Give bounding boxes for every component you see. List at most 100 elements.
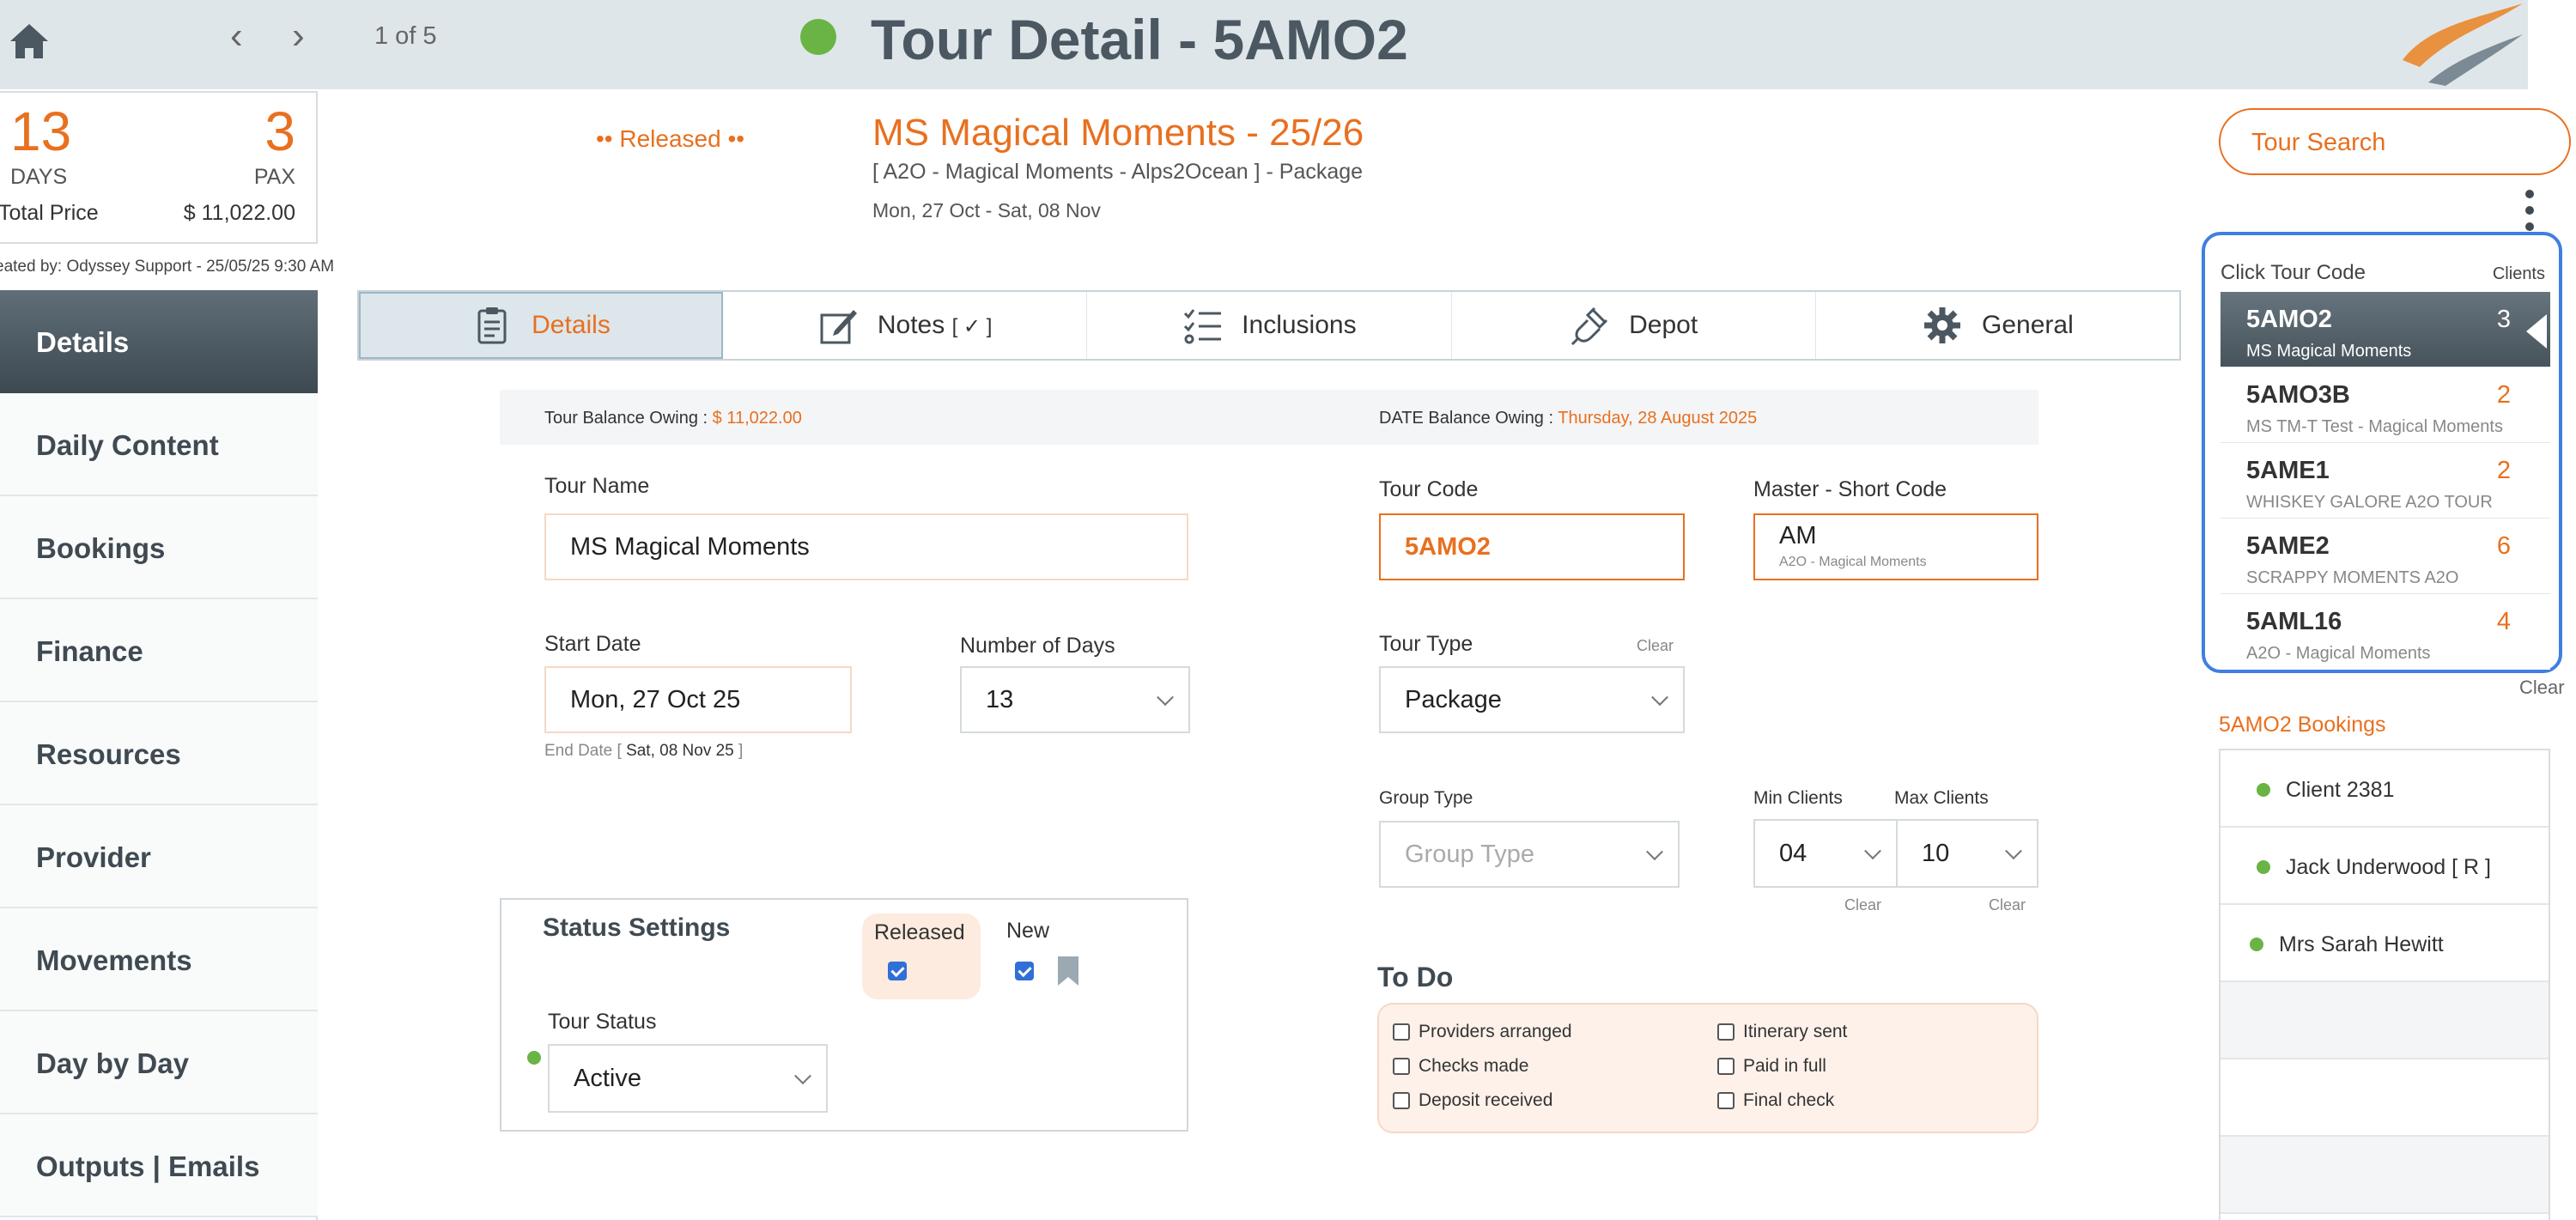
status-settings-panel: Status Settings Released New Tour Status…: [500, 898, 1188, 1132]
tour-code-input[interactable]: 5AMO2: [1379, 513, 1685, 580]
master-code-input[interactable]: AM A2O - Magical Moments: [1753, 513, 2038, 580]
tab-details[interactable]: Details: [359, 292, 723, 359]
total-price-label: Total Price: [0, 201, 99, 225]
balance-row: Tour Balance Owing : $ 11,022.00 DATE Ba…: [500, 390, 2038, 445]
group-type-select[interactable]: Group Type: [1379, 821, 1680, 888]
num-days-label: Number of Days: [960, 634, 1115, 658]
tour-type-clear[interactable]: Clear: [1637, 637, 1674, 655]
min-clients-select[interactable]: 04: [1753, 819, 1898, 888]
nav-item-day-by-day[interactable]: Day by Day: [0, 1011, 318, 1114]
todo-item[interactable]: Deposit received: [1393, 1090, 1552, 1111]
tour-balance-owing: Tour Balance Owing : $ 11,022.00: [544, 409, 802, 428]
clipboard-icon: [477, 307, 507, 344]
new-label: New: [1006, 919, 1050, 943]
selected-arrow-icon: [2526, 314, 2547, 349]
tour-summary: 13 3 DAYS PAX Total Price $ 11,022.00: [0, 91, 318, 244]
tour-code-row[interactable]: 5AMO3B MS TM-T Test - Magical Moments 2: [2221, 367, 2550, 443]
booking-row-empty: [2221, 1137, 2549, 1214]
days-count: 13: [10, 100, 72, 162]
released-badge: •• Released ••: [596, 125, 745, 152]
tour-codes-panel: Click Tour Code Clients 5AMO2 MS Magical …: [2202, 232, 2562, 673]
todo-item[interactable]: Checks made: [1393, 1056, 1528, 1077]
num-days-select[interactable]: 13: [960, 666, 1190, 733]
nav-item-provider[interactable]: Provider: [0, 805, 318, 908]
chevron-left-icon[interactable]: ‹: [230, 17, 243, 55]
nav-item-bookings[interactable]: Bookings: [0, 496, 318, 599]
tab-general-label: General: [1982, 311, 2074, 339]
nav-item-details[interactable]: Details: [0, 290, 318, 393]
released-checkbox[interactable]: [888, 962, 907, 980]
tour-name-label: Tour Name: [544, 474, 650, 498]
tour-code-row[interactable]: 5AML16 A2O - Magical Moments 4: [2221, 594, 2550, 670]
tour-codes-clear[interactable]: Clear: [2519, 677, 2565, 699]
master-code-sub: A2O - Magical Moments: [1779, 555, 1927, 569]
tour-name-input[interactable]: MS Magical Moments: [544, 513, 1188, 580]
nav-item-finance[interactable]: Finance: [0, 599, 318, 702]
home-icon[interactable]: [7, 19, 52, 64]
released-toggle-wrap: Released: [862, 913, 981, 999]
tour-balance-value: $ 11,022.00: [712, 409, 802, 428]
todo-item[interactable]: Providers arranged: [1393, 1022, 1572, 1042]
booking-row[interactable]: Jack Underwood [ R ]: [2221, 828, 2549, 905]
date-balance-value: Thursday, 28 August 2025: [1558, 409, 1758, 428]
todo-checkbox[interactable]: [1393, 1092, 1410, 1109]
todo-title: To Do: [1377, 962, 1454, 992]
min-clients-clear[interactable]: Clear: [1844, 896, 1881, 914]
tab-general[interactable]: General: [1816, 292, 2179, 359]
max-clients-clear[interactable]: Clear: [1989, 896, 2026, 914]
nav-item-daily-content[interactable]: Daily Content: [0, 393, 318, 496]
todo-panel: Providers arranged Checks made Deposit r…: [1377, 1003, 2038, 1133]
max-clients-select[interactable]: 10: [1896, 819, 2038, 888]
min-clients-label: Min Clients: [1753, 788, 1843, 808]
todo-checkbox[interactable]: [1717, 1023, 1735, 1041]
todo-item[interactable]: Paid in full: [1717, 1056, 1826, 1077]
tab-depot-label: Depot: [1629, 311, 1698, 339]
chevron-right-icon[interactable]: ›: [292, 17, 305, 55]
todo-item[interactable]: Final check: [1717, 1090, 1834, 1111]
todo-checkbox[interactable]: [1717, 1058, 1735, 1075]
tab-depot[interactable]: Depot: [1452, 292, 1816, 359]
tour-code-row[interactable]: 5AME1 WHISKEY GALORE A2O TOUR 2: [2221, 443, 2550, 519]
tour-dates: Mon, 27 Oct - Sat, 08 Nov: [872, 199, 1101, 222]
tour-code-row[interactable]: 5AMO2 MS Magical Moments 3: [2221, 292, 2550, 367]
master-code-value: AM: [1779, 522, 1817, 549]
booking-row-empty: [2221, 982, 2549, 1059]
tour-subtitle: [ A2O - Magical Moments - Alps2Ocean ] -…: [872, 160, 1364, 184]
pax-label: PAX: [253, 165, 295, 189]
tour-status-select[interactable]: Active: [548, 1044, 828, 1113]
tour-search-button[interactable]: Tour Search: [2219, 108, 2571, 175]
pager-label: 1 of 5: [374, 22, 437, 50]
tour-type-select[interactable]: Package: [1379, 666, 1685, 733]
released-label: Released: [874, 920, 965, 944]
status-settings-title: Status Settings: [543, 913, 731, 942]
checklist-icon: [1184, 309, 1222, 344]
bookings-list: Client 2381 Jack Underwood [ R ] Mrs Sar…: [2219, 749, 2550, 1220]
tab-notes[interactable]: Notes [ ✓ ]: [723, 292, 1088, 359]
todo-checkbox[interactable]: [1393, 1058, 1410, 1075]
start-date-input[interactable]: Mon, 27 Oct 25: [544, 666, 852, 733]
booking-row[interactable]: Mrs Sarah Hewitt: [2221, 905, 2549, 982]
booking-status-dot: [2257, 860, 2270, 874]
click-tour-code-label: Click Tour Code: [2221, 261, 2366, 284]
date-balance-owing: DATE Balance Owing : Thursday, 28 August…: [1379, 409, 1758, 428]
booking-status-dot: [2257, 783, 2270, 797]
nav-item-outputs-emails[interactable]: Outputs | Emails: [0, 1114, 318, 1217]
new-checkbox[interactable]: [1015, 962, 1034, 980]
booking-row[interactable]: Client 2381: [2221, 750, 2549, 828]
master-code-label: Master - Short Code: [1753, 477, 1947, 501]
todo-checkbox[interactable]: [1717, 1092, 1735, 1109]
created-by-text: eated by: Odyssey Support - 25/05/25 9:3…: [0, 258, 335, 276]
more-options-icon[interactable]: [2524, 189, 2535, 232]
tour-heading: MS Magical Moments - 25/26: [872, 112, 1364, 154]
booking-status-dot: [2250, 938, 2263, 951]
tab-inclusions[interactable]: Inclusions: [1087, 292, 1452, 359]
tab-bar: Details Notes [ ✓ ] Inclusions Depot Gen…: [357, 290, 2181, 361]
nav-item-resources[interactable]: Resources: [0, 702, 318, 805]
bookmark-icon: [1056, 956, 1080, 986]
todo-item[interactable]: Itinerary sent: [1717, 1022, 1847, 1042]
todo-checkbox[interactable]: [1393, 1023, 1410, 1041]
group-type-label: Group Type: [1379, 788, 1473, 808]
nav-item-movements[interactable]: Movements: [0, 908, 318, 1011]
tour-code-label: Tour Code: [1379, 477, 1479, 501]
tour-code-row[interactable]: 5AME2 SCRAPPY MOMENTS A2O 6: [2221, 519, 2550, 594]
